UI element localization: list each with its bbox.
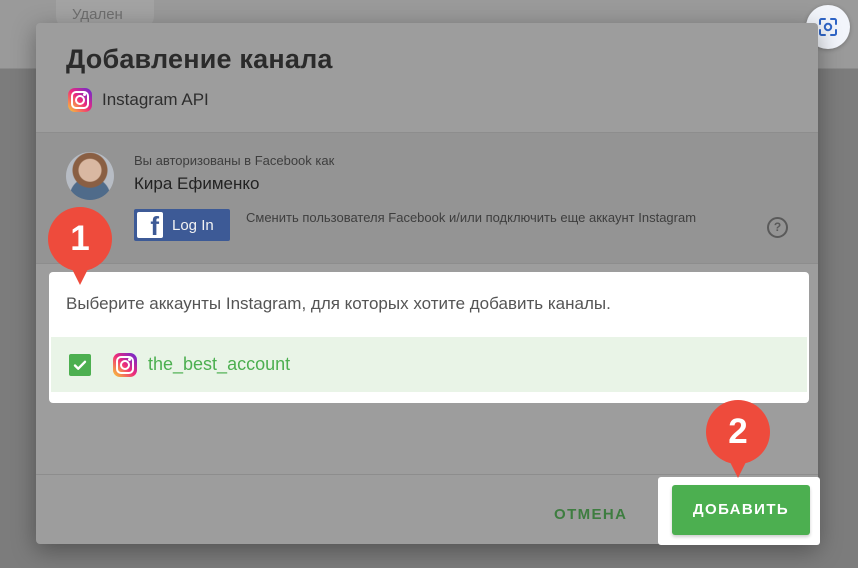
facebook-icon: f [137,212,163,238]
instagram-icon [113,352,137,377]
api-row: Instagram API [68,88,209,112]
add-button[interactable]: ДОБАВИТЬ [672,485,810,535]
account-name: the_best_account [148,354,291,374]
account-row[interactable]: the_best_account [51,337,807,392]
screenshot-icon [819,18,837,36]
cancel-button[interactable]: ОТМЕНА [554,497,627,533]
facebook-auth-section: Вы авторизованы в Facebook как Кира Ефим… [36,133,818,263]
auth-caption: Вы авторизованы в Facebook как [134,153,335,168]
dialog-title: Добавление канала [66,44,333,74]
add-button-highlight: ДОБАВИТЬ [658,477,820,545]
api-label: Instagram API [102,90,209,109]
add-channel-dialog: Добавление канала Instagram API Вы автор… [36,23,820,545]
select-instructions: Выберите аккаунты Instagram, для которых… [66,294,611,313]
facebook-login-label: Log In [172,216,214,234]
footer-divider [36,474,818,475]
instagram-icon [68,88,92,112]
avatar [66,152,114,200]
account-select-panel: Выберите аккаунты Instagram, для которых… [51,274,807,401]
switch-account-text: Сменить пользователя Facebook и/или подк… [246,210,697,225]
check-icon [73,360,87,370]
account-checkbox[interactable] [69,353,91,376]
step-marker-1: 1 [48,207,112,285]
help-icon[interactable]: ? [767,217,788,238]
step-marker-2: 2 [706,400,770,478]
facebook-login-button[interactable]: f Log In [134,209,230,241]
divider [36,263,818,264]
auth-user-name: Кира Ефименко [134,174,260,193]
